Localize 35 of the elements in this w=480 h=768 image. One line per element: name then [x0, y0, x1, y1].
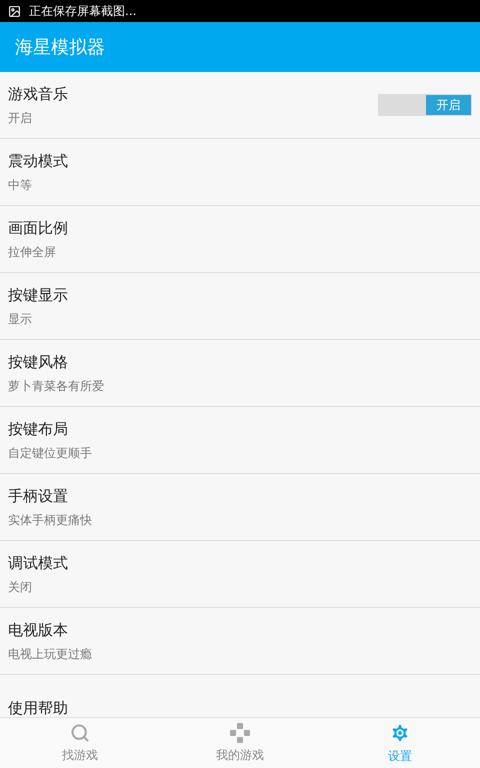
gamepad-icon [230, 722, 250, 742]
settings-row[interactable]: 按键显示 显示 [0, 273, 480, 340]
app-title: 海星模拟器 [15, 36, 105, 60]
setting-value: 中等 [8, 176, 33, 194]
setting-title: 电视版本 [8, 620, 69, 642]
search-icon [70, 722, 90, 742]
setting-title: 游戏音乐 [8, 84, 69, 106]
setting-value: 开启 [8, 110, 33, 127]
settings-row[interactable]: 游戏音乐 开启 开启 [0, 72, 480, 139]
setting-title: 画面比例 [8, 218, 69, 240]
setting-value: 电视上玩更过瘾 [8, 646, 93, 663]
notification-text: 正在保存屏幕截图... [29, 3, 136, 20]
setting-value: 拉伸全屏 [8, 244, 57, 261]
setting-title: 按键风格 [8, 352, 69, 374]
settings-row[interactable]: 手柄设置 实体手柄更痛快 [0, 474, 480, 541]
setting-title: 调试模式 [8, 553, 69, 574]
setting-value: 关闭 [8, 578, 33, 596]
setting-title: 按键显示 [8, 285, 69, 306]
setting-title: 使用帮助 [8, 698, 69, 717]
setting-value: 萝卜青菜各有所爱 [8, 378, 105, 395]
settings-row[interactable]: 画面比例 拉伸全屏 [0, 206, 480, 273]
toggle-thumb: 开启 [426, 95, 471, 115]
settings-row[interactable]: 震动模式 中等 [0, 139, 480, 206]
setting-value: 显示 [8, 310, 33, 328]
setting-title: 震动模式 [8, 151, 69, 172]
settings-row[interactable]: 按键布局 自定键位更顺手 [0, 407, 480, 474]
setting-value: 实体手柄更痛快 [8, 512, 93, 529]
image-icon [8, 4, 21, 18]
settings-icon [389, 722, 411, 744]
settings-row[interactable]: 按键风格 萝卜青菜各有所爱 [0, 340, 480, 407]
setting-value: 自定键位更顺手 [8, 444, 93, 462]
settings-row[interactable]: 调试模式 关闭 [0, 541, 480, 608]
setting-title: 按键布局 [8, 419, 69, 440]
settings-row[interactable]: 电视版本 电视上玩更过瘾 [0, 608, 480, 675]
setting-title: 手柄设置 [8, 486, 69, 508]
